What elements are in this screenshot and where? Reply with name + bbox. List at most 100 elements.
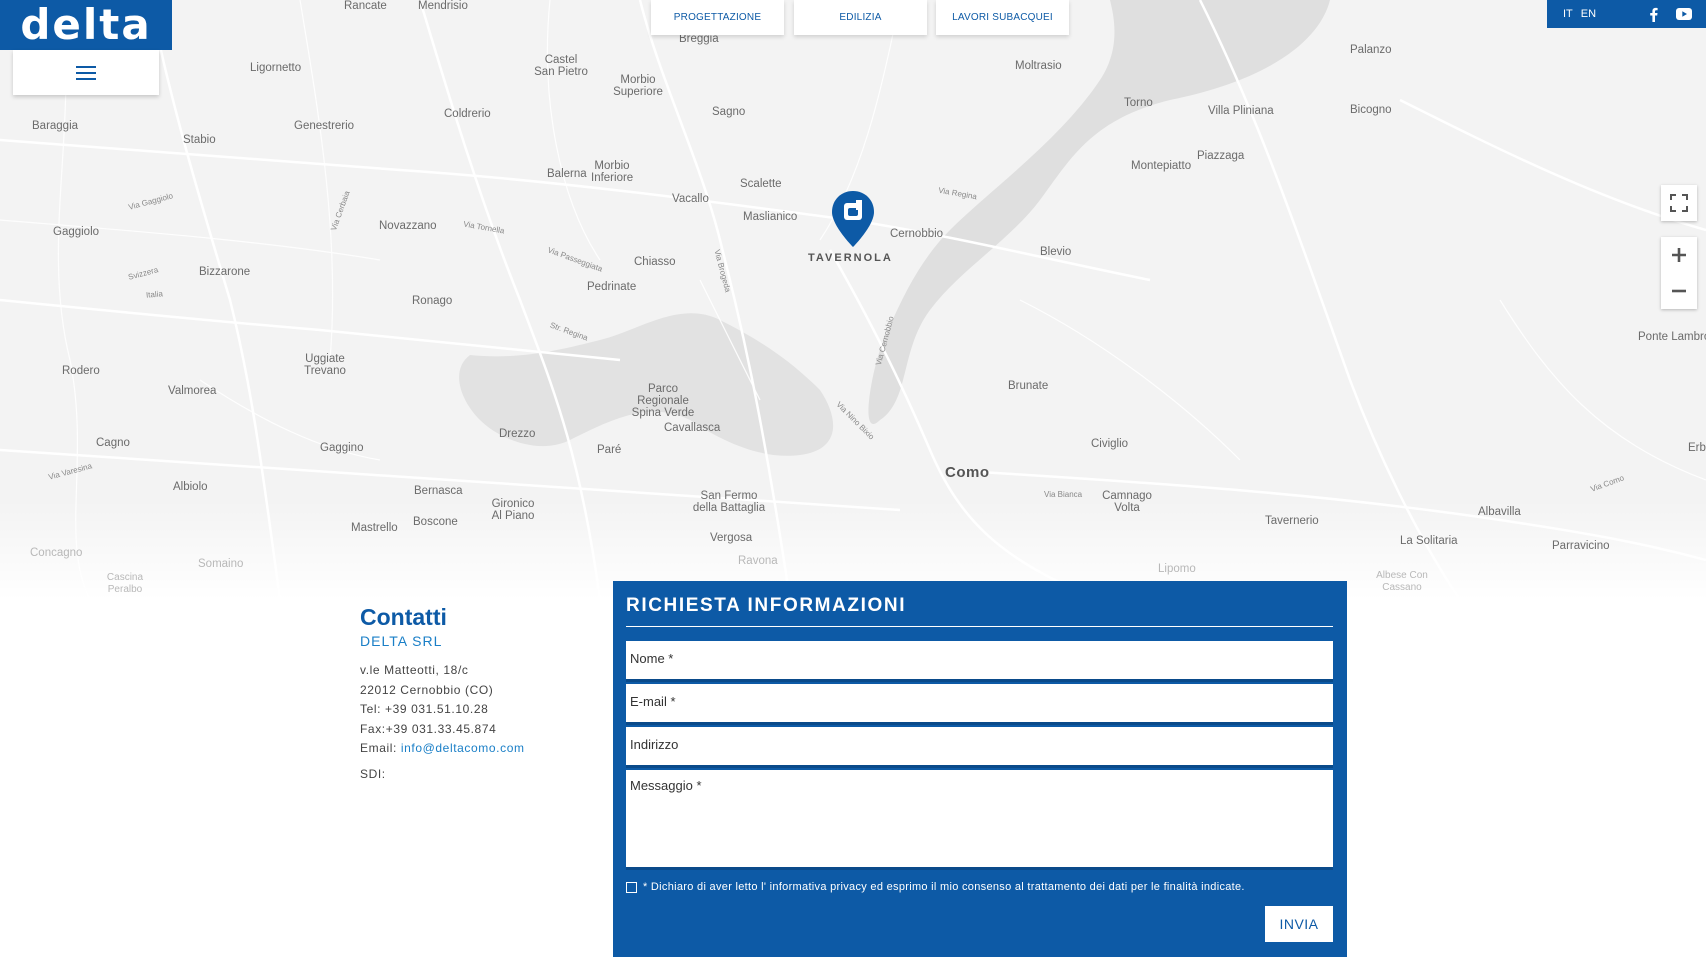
place-label: Sagno [712,106,746,118]
place-label: Maslianico [743,211,798,223]
place-label: Morbio Superiore [613,74,663,98]
place-label: Morbio Inferiore [591,160,634,184]
place-label: Rodero [62,365,100,377]
place-label: Ravona [738,555,778,567]
youtube-icon[interactable] [1676,8,1692,20]
email-link[interactable]: info@deltacomo.com [401,741,525,755]
place-label: Genestrerio [294,120,355,132]
zoom-out-button[interactable] [1661,273,1697,309]
top-bar: IT EN [1547,0,1706,28]
message-field[interactable]: Messaggio * [626,770,1333,870]
place-label: Pedrinate [587,281,637,293]
road-label: Italia [145,289,164,300]
place-label: Valmorea [168,385,217,397]
place-label: Piazzaga [1197,150,1245,162]
place-label: Parco Regionale Spina Verde [631,383,695,419]
place-label: Albavilla [1478,506,1521,518]
place-label: Scalette [740,178,782,190]
place-label: Albese Con Cassano [1376,570,1428,593]
marker-label: TAVERNOLA [808,252,893,264]
name-field[interactable]: Nome * [626,641,1333,682]
place-label: Albiolo [173,481,208,493]
facebook-icon[interactable] [1649,7,1658,22]
lake-como [868,0,1330,424]
place-label: Cavallasca [664,422,721,434]
place-label: Bizzarone [199,266,251,278]
place-label: Gironico Al Piano [491,498,535,522]
place-label: Vacallo [672,193,709,205]
place-label: Chiasso [634,256,676,268]
place-label: Castel San Pietro [534,54,588,78]
hamburger-icon [76,65,96,80]
lang-en[interactable]: EN [1581,8,1596,20]
place-label: Boscone [413,516,458,528]
company-name: DELTA SRL [360,633,443,649]
place-label: Concagno [30,547,83,559]
form-divider [626,626,1333,627]
place-label: Camnago Volta [1102,490,1152,514]
place-label: Ponte Lambro [1638,331,1706,343]
place-label: Palanzo [1350,44,1392,56]
privacy-checkbox[interactable] [626,881,637,893]
nav-edilizia[interactable]: EDILIZIA [794,0,927,35]
nav-lavori-subacquei[interactable]: LAVORI SUBACQUEI [936,0,1069,35]
zoom-in-button[interactable] [1661,237,1697,273]
place-label: Somaino [198,558,244,570]
road-label: Via Bianca [1044,490,1083,499]
place-label: Mastrello [351,522,398,534]
place-label: Tavernerio [1265,515,1319,527]
logo[interactable]: delta [0,0,172,50]
place-label: Brunate [1008,380,1049,392]
address: v.le Matteotti, 18/c [360,663,469,677]
menu-button[interactable] [13,50,159,95]
submit-button[interactable]: INVIA [1265,906,1333,942]
place-label: Cernobbio [890,228,944,240]
place-label: Baraggia [32,120,79,132]
place-label: Villa Pliniana [1208,105,1274,117]
email-label: Email: [360,741,401,756]
place-label: Erb [1688,442,1706,454]
email-field[interactable]: E-mail * [626,684,1333,725]
place-label: Torno [1124,97,1153,109]
map[interactable]: Rancate Mendrisio Breggia Moltrasio Pala… [0,0,1706,600]
place-label: Paré [597,444,622,456]
place-label: Como [945,464,990,481]
place-label: Montepiatto [1131,160,1192,172]
phone: Tel: +39 031.51.10.28 [360,702,489,717]
fax: Fax:+39 031.33.45.874 [360,721,497,736]
location-pin-icon[interactable] [830,189,876,249]
sdi: SDI: [360,766,386,781]
privacy-consent: * Dichiaro di aver letto l' informativa … [626,881,1245,893]
place-label: Stabio [183,134,216,146]
place-label: Civiglio [1091,438,1129,450]
place-label: Bernasca [414,485,463,497]
place-label: Parravicino [1552,540,1610,552]
fullscreen-button[interactable] [1661,185,1697,221]
place-label: Cagno [96,437,130,449]
city: 22012 Cernobbio (CO) [360,682,494,697]
contacts-section: Contatti DELTA SRL v.le Matteotti, 18/c … [360,603,525,781]
address-field[interactable]: Indirizzo [626,727,1333,768]
place-label: Gaggino [320,442,364,454]
contacts-title: Contatti [360,604,447,630]
place-label: Gaggiolo [53,226,100,238]
place-label: Blevio [1040,246,1072,258]
place-label: Lipomo [1158,563,1196,575]
place-label: Bicogno [1350,104,1392,116]
logo-text: delta [20,0,152,49]
place-label: Drezzo [499,428,536,440]
place-label: Mendrisio [418,0,468,12]
privacy-text: * Dichiaro di aver letto l' informativa … [643,881,1245,893]
page: Rancate Mendrisio Breggia Moltrasio Pala… [0,0,1706,960]
nav-progettazione[interactable]: PROGETTAZIONE [651,0,784,35]
place-label: San Fermo della Battaglia [692,490,766,514]
zoom-control [1661,237,1697,309]
language-switcher: IT EN [1563,8,1596,20]
place-label: La Solitaria [1400,535,1458,547]
info-request-form: RICHIESTA INFORMAZIONI Nome * E-mail * I… [613,581,1347,957]
place-label: Rancate [344,0,387,12]
place-label: Balerna [547,168,587,180]
place-label: Ronago [412,295,453,307]
form-title: RICHIESTA INFORMAZIONI [626,595,907,616]
lang-it[interactable]: IT [1563,8,1573,20]
